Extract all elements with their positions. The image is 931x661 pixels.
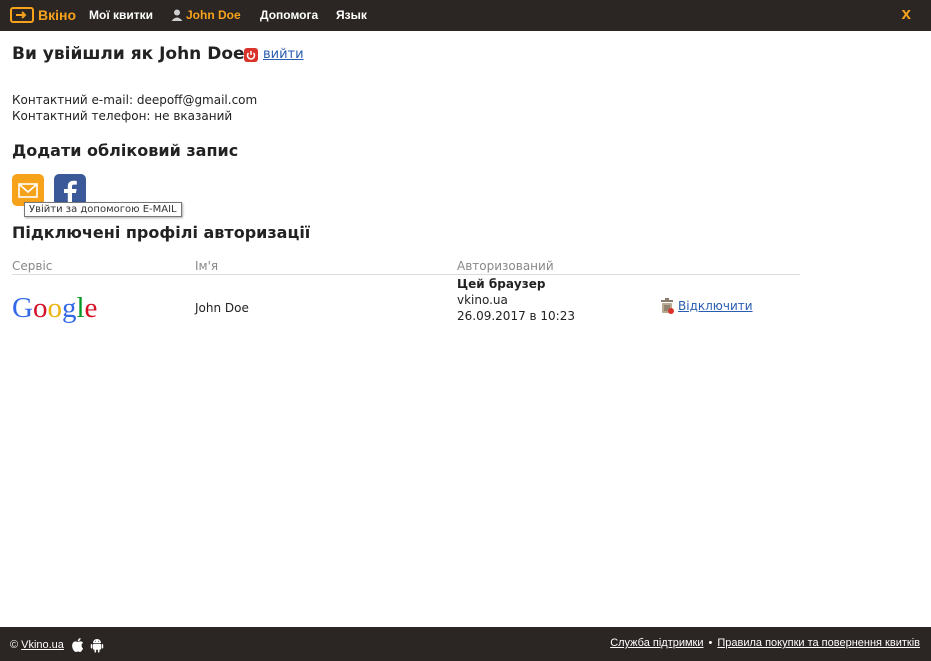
top-bar: Вкіно Мої квитки John Doe Допомога Язык … xyxy=(0,0,931,31)
user-icon xyxy=(171,9,183,21)
profile-name: John Doe xyxy=(195,301,249,315)
disconnect-link[interactable]: Відключити xyxy=(678,299,753,313)
nav-my-tickets[interactable]: Мої квитки xyxy=(89,8,153,22)
google-logo: Google xyxy=(12,293,97,324)
footer-left: © Vkino.ua xyxy=(10,637,104,653)
table-header-divider xyxy=(12,274,800,275)
brand-name: Вкіно xyxy=(38,7,77,23)
apple-icon[interactable] xyxy=(70,637,84,653)
footer-right: Служба підтримки • Правила покупки та по… xyxy=(610,637,920,649)
contact-email: Контактний e-mail: deepoff@gmail.com xyxy=(12,93,258,107)
trash-icon xyxy=(661,298,674,314)
contact-phone: Контактний телефон: не вказаний xyxy=(12,109,233,123)
add-account-heading: Додати обліковий запис xyxy=(12,141,239,160)
profiles-heading: Підключені профілі авторизації xyxy=(12,223,311,242)
svg-text:Google: Google xyxy=(12,293,97,324)
copyright-symbol: © xyxy=(10,639,19,651)
nav-help[interactable]: Допомога xyxy=(260,8,318,22)
support-link[interactable]: Служба підтримки xyxy=(610,637,703,649)
auth-site: vkino.ua xyxy=(457,293,508,307)
column-name: Ім'я xyxy=(195,259,219,273)
power-icon xyxy=(244,47,258,62)
brand-logo[interactable]: Вкіно xyxy=(10,5,76,25)
close-icon[interactable]: x xyxy=(902,4,911,24)
footer-separator: • xyxy=(708,637,713,649)
column-service: Сервіс xyxy=(12,259,53,273)
footer: © Vkino.ua Служба підтримки • Правила по… xyxy=(0,627,931,661)
column-authorized: Авторизований xyxy=(457,259,554,273)
logout-link[interactable]: вийти xyxy=(263,47,304,62)
ticket-icon xyxy=(10,7,34,23)
auth-date: 26.09.2017 в 10:23 xyxy=(457,309,575,323)
email-login-tooltip: Увійти за допомогою E-MAIL xyxy=(24,202,182,217)
nav-language[interactable]: Язык xyxy=(336,8,367,22)
nav-user-label: John Doe xyxy=(186,8,241,22)
rules-link[interactable]: Правила покупки та повернення квитків xyxy=(717,637,920,649)
site-link[interactable]: Vkino.ua xyxy=(21,639,64,651)
disconnect-control[interactable]: Відключити xyxy=(660,298,753,314)
page-title: Ви увійшли як John Doe xyxy=(12,44,245,64)
logout-control[interactable]: вийти xyxy=(244,47,304,62)
android-icon[interactable] xyxy=(90,637,104,653)
nav-user[interactable]: John Doe xyxy=(171,8,241,22)
auth-title: Цей браузер xyxy=(457,277,546,291)
